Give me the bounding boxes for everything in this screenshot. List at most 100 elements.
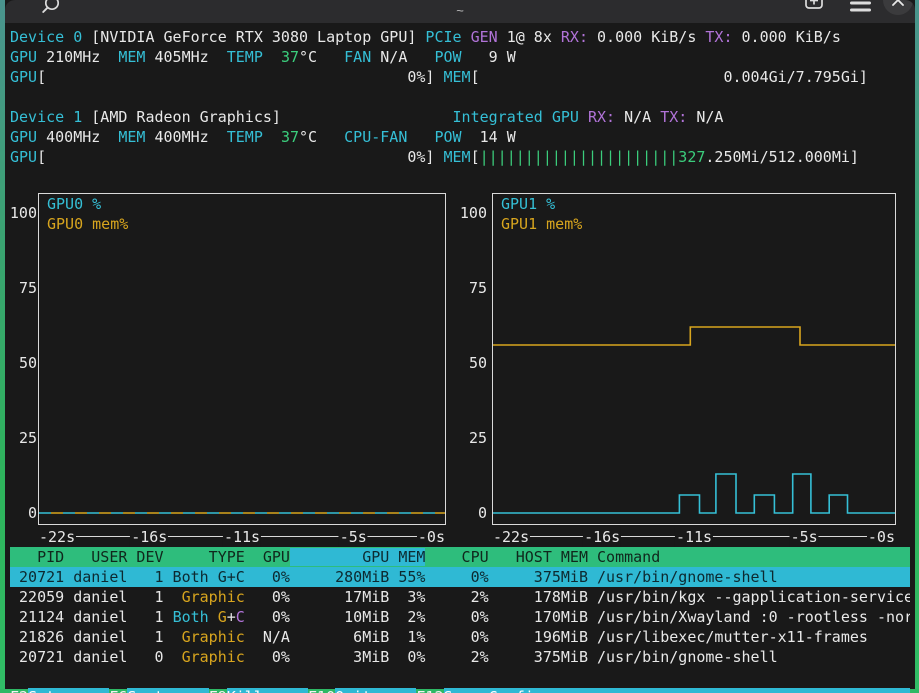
legend-entry: GPU1 % — [501, 194, 582, 214]
legend-entry: GPU0 % — [47, 194, 128, 214]
text-run: 21124 daniel 1 — [10, 608, 173, 626]
nvtop-terminal-window: ~ Device 0 [NVIDIA GeForce RTX 3080 Lapt… — [0, 0, 919, 693]
text-run: °C — [299, 48, 344, 66]
fn-kill[interactable]: Kill — [227, 688, 308, 693]
process-row[interactable]: 20721 daniel 0 Graphic 0% 3MiB 0% 2% 375… — [10, 647, 910, 667]
text-run: MEM — [118, 128, 154, 146]
y-tick-label: 25 — [19, 428, 37, 448]
text-run: POW — [434, 48, 470, 66]
text-run: 0% 17MiB 3% 2% 178MiB /usr/bin/kgx --gap… — [245, 588, 910, 606]
fn-sort[interactable]: Sort — [127, 688, 208, 693]
process-row[interactable]: 22059 daniel 1 Graphic 0% 17MiB 3% 2% 17… — [10, 587, 910, 607]
text-run: + — [227, 608, 236, 626]
text-run: RX: — [588, 108, 624, 126]
text-run: N/A — [380, 48, 434, 66]
text-run: TEMP — [227, 48, 281, 66]
fn-key-f6[interactable]: F6 — [109, 688, 127, 693]
window-title: ~ — [5, 3, 915, 18]
gpu0-utilization-chart: GPU0 %GPU0 mem% — [38, 193, 446, 525]
text-run: Integrated GPU — [453, 108, 588, 126]
fn-key-f12[interactable]: F12 — [416, 688, 443, 693]
text-run: CPU-FAN — [344, 128, 416, 146]
x-tick-label: -22s — [492, 527, 530, 547]
text-run: RX: — [561, 28, 597, 46]
text-run: Both — [173, 608, 209, 626]
y-tick-label: 50 — [19, 353, 37, 373]
text-run: MEM — [443, 68, 470, 86]
new-tab-icon[interactable] — [804, 0, 824, 17]
text-run: 20721 daniel 1 Both G+C 0% 280MiB 55% 0%… — [10, 568, 778, 586]
text-run: TX: — [660, 108, 696, 126]
text-run: FAN — [344, 48, 380, 66]
text-run: .250Mi/512.000Mi] — [705, 148, 859, 166]
device0-gauges-line: GPU[ 0%] MEM[ 0.004Gi/7.795Gi] — [10, 67, 910, 87]
device1-info-line2: GPU 400MHz MEM 400MHz TEMP 37°C CPU-FAN … — [10, 127, 910, 147]
text-run: 1@ 8x — [507, 28, 561, 46]
x-tick-label: -0s — [417, 527, 446, 547]
process-table: PID USER DEV TYPE GPU GPU MEM CPU HOST M… — [5, 547, 915, 667]
text-run: 14 W — [471, 128, 516, 146]
process-row-selected[interactable]: 20721 daniel 1 Both G+C 0% 280MiB 55% 0%… — [10, 567, 910, 587]
text-run: TX: — [705, 28, 741, 46]
device1-gauges-line: GPU[ 0%] MEM[||||||||||||||||||||||327.2… — [10, 147, 910, 167]
text-run: Graphic — [182, 648, 245, 666]
text-run: [AMD Radeon Graphics] — [82, 108, 452, 126]
text-run: POW — [434, 128, 470, 146]
text-run: GPU — [10, 128, 46, 146]
titlebar: ~ — [5, 0, 915, 23]
y-tick-label: 75 — [469, 278, 487, 298]
text-run: |||||||||||||||||||||| — [480, 148, 679, 166]
text-run: MEM — [118, 48, 154, 66]
text-run: °C — [299, 128, 344, 146]
x-tick-label: -11s — [675, 527, 713, 547]
gpu1-chart-yaxis: 1007550250 — [457, 187, 487, 547]
fn-key-f9[interactable]: F9 — [209, 688, 227, 693]
text-run: [ 0.004Gi/7.795Gi] — [471, 68, 868, 86]
text-run: G — [218, 608, 227, 626]
fn-key-f10[interactable]: F10 — [308, 688, 335, 693]
fn-key-f2[interactable]: F2 — [10, 688, 28, 693]
fn-quit[interactable]: Quit — [335, 688, 416, 693]
gpu1-utilization-chart: GPU1 %GPU1 mem% — [492, 193, 896, 525]
text-run: 327 — [678, 148, 705, 166]
function-key-bar[interactable]: F2Setup F6Sort F9Kill F10Quit F12Save Co… — [10, 687, 910, 693]
text-run: 37 — [281, 48, 299, 66]
legend-entry: GPU1 mem% — [501, 214, 582, 234]
text-run: CPU HOST MEM Command — [425, 548, 660, 566]
device0-info-line2: GPU 210MHz MEM 405MHz TEMP 37°C FAN N/A … — [10, 47, 910, 67]
text-run: Device 0 — [10, 28, 82, 46]
text-run: 405MHz — [155, 48, 227, 66]
text-run: GPU — [10, 48, 46, 66]
text-run: MEM — [443, 148, 470, 166]
x-tick-label: -22s — [38, 527, 76, 547]
gpu1-chart-xaxis: -22s-16s-11s-5s-0s — [492, 527, 896, 547]
text-run: 21826 daniel 1 — [10, 628, 182, 646]
process-row[interactable]: 21826 daniel 1 Graphic N/A 6MiB 1% 0% 19… — [10, 627, 910, 647]
gpu1-chart-legend: GPU1 %GPU1 mem% — [501, 194, 582, 234]
text-run: N/A — [696, 108, 723, 126]
terminal: Device 0 [NVIDIA GeForce RTX 3080 Laptop… — [5, 23, 915, 689]
menu-icon[interactable] — [850, 0, 872, 19]
y-tick-label: 0 — [28, 503, 37, 523]
x-tick-label: -16s — [130, 527, 168, 547]
gpu0-chart-plot — [39, 194, 445, 524]
fn-setup[interactable]: Setup — [28, 688, 109, 693]
x-tick-label: -0s — [867, 527, 896, 547]
text-run — [416, 128, 434, 146]
fn-save-config[interactable]: Save Config — [444, 688, 911, 693]
text-run: 0.000 KiB/s — [742, 28, 841, 46]
text-run — [209, 608, 218, 626]
close-icon[interactable] — [883, 0, 913, 15]
x-tick-label: -16s — [583, 527, 621, 547]
text-run: N/A 6MiB 1% 0% 196MiB /usr/libexec/mutte… — [245, 628, 868, 646]
text-run: 22059 daniel 1 — [10, 588, 182, 606]
process-row[interactable]: 21124 daniel 1 Both G+C 0% 10MiB 2% 0% 1… — [10, 607, 910, 627]
y-tick-label: 100 — [460, 203, 487, 223]
legend-entry: GPU0 mem% — [47, 214, 128, 234]
text-run: GPU — [10, 148, 37, 166]
y-tick-label: 25 — [469, 428, 487, 448]
text-run: [NVIDIA GeForce RTX 3080 Laptop GPU] — [82, 28, 425, 46]
text-run: [ — [471, 148, 480, 166]
text-run: 0.000 KiB/s — [597, 28, 705, 46]
blank-line — [10, 87, 910, 107]
